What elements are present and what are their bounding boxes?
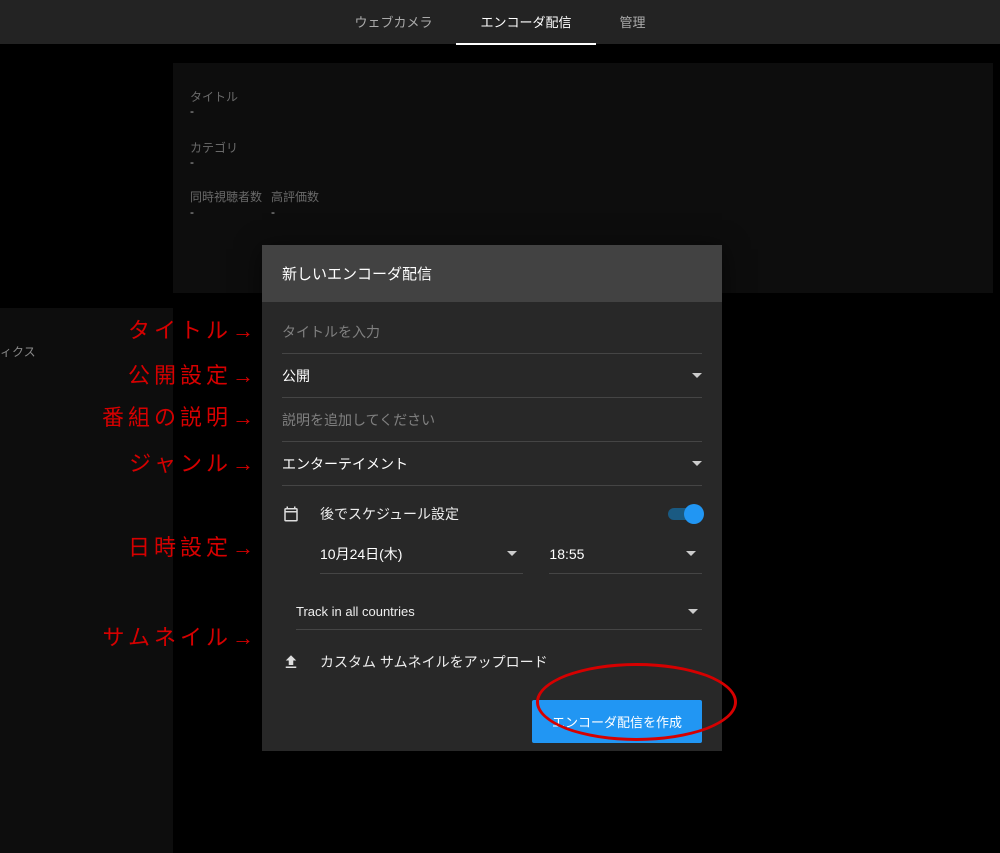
bg-category-value: - [190,155,194,169]
calendar-icon [282,505,306,523]
chevron-down-icon [692,461,702,466]
bg-category-label: カテゴリ [190,139,238,156]
date-value: 10月24日(木) [320,544,402,564]
dialog-footer: エンコーダ配信を作成 [262,682,722,761]
bg-title-label: タイトル [190,88,238,105]
date-select[interactable]: 10月24日(木) [320,534,523,574]
top-bar: ウェブカメラ エンコーダ配信 管理 [0,0,1000,44]
bg-likes-value: - [271,205,275,219]
genre-value: エンターテイメント [282,454,408,474]
monetization-row: Track in all countries [282,574,702,630]
annotation-datetime: 日時設定→ [128,530,258,562]
tab-list: ウェブカメラ エンコーダ配信 管理 [330,0,669,45]
thumbnail-upload-label: カスタム サムネイルをアップロード [320,652,548,672]
schedule-later-row: 後でスケジュール設定 [282,486,702,524]
privacy-value: 公開 [282,366,310,386]
new-encoder-stream-dialog: 新しいエンコーダ配信 タイトルを入力 公開 説明を追加してください エンターテイ… [262,245,722,751]
dialog-title: 新しいエンコーダ配信 [262,245,722,302]
bg-likes-label: 高評価数 [271,188,319,205]
annotation-title: タイトル→ [128,313,258,345]
bg-viewers-value: - [190,205,194,219]
chevron-down-icon [688,609,698,614]
annotation-genre: ジャンル→ [129,446,258,478]
description-placeholder: 説明を追加してください [282,410,435,430]
tab-manage[interactable]: 管理 [596,0,670,45]
monetization-value: Track in all countries [296,604,415,619]
genre-select[interactable]: エンターテイメント [282,442,702,486]
time-value: 18:55 [549,546,584,562]
title-placeholder: タイトルを入力 [282,322,380,342]
monetization-select[interactable]: Track in all countries [296,594,702,630]
tab-webcam[interactable]: ウェブカメラ [330,0,456,45]
chevron-down-icon [692,373,702,378]
description-input[interactable]: 説明を追加してください [282,398,702,442]
schedule-later-label: 後でスケジュール設定 [320,504,459,524]
chevron-down-icon [686,551,696,556]
dialog-body: タイトルを入力 公開 説明を追加してください エンターテイメント 後でスケジュー… [262,302,722,682]
time-select[interactable]: 18:55 [549,534,702,574]
title-input[interactable]: タイトルを入力 [282,310,702,354]
datetime-row: 10月24日(木) 18:55 [282,524,702,574]
annotation-privacy: 公開設定→ [128,358,258,390]
thumbnail-upload[interactable]: カスタム サムネイルをアップロード [282,630,702,672]
privacy-select[interactable]: 公開 [282,354,702,398]
bg-title-value: - [190,104,194,118]
analytics-fragment: ィクス [0,343,36,360]
tab-encoder[interactable]: エンコーダ配信 [456,0,595,45]
chevron-down-icon [507,551,517,556]
upload-icon [282,653,306,671]
annotation-thumbnail: サムネイル→ [102,620,258,652]
schedule-later-toggle[interactable] [668,505,702,523]
create-encoder-stream-button[interactable]: エンコーダ配信を作成 [532,700,702,743]
annotation-description: 番組の説明→ [102,400,258,432]
bg-viewers-label: 同時視聴者数 [190,188,262,205]
